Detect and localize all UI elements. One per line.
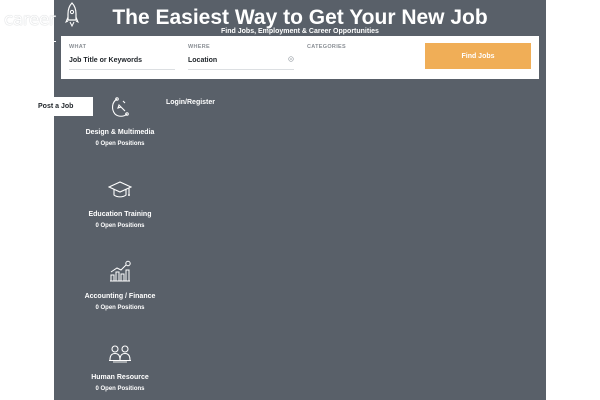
category-count: 0 Open Positions (95, 305, 145, 311)
find-jobs-button[interactable]: Find Jobs (425, 43, 531, 69)
category-item[interactable]: Education Training 0 Open Positions (70, 178, 170, 248)
location-underline (188, 69, 294, 70)
design-tools-icon (112, 97, 129, 117)
category-name: Human Resource (91, 374, 149, 381)
crosshair-icon[interactable] (288, 56, 294, 62)
categories-label: CATEGORIES (307, 44, 346, 50)
finance-chart-icon (110, 260, 131, 282)
location-input[interactable]: Location (188, 57, 217, 64)
login-register-link[interactable]: Login/Register (166, 99, 215, 106)
people-icon (109, 345, 131, 363)
keywords-underline (69, 69, 175, 70)
location-label: WHERE (188, 44, 210, 50)
category-item[interactable]: Design & Multimedia 0 Open Positions (70, 96, 170, 166)
job-search-form: WHAT Job Title or Keywords WHERE Locatio… (61, 36, 539, 79)
keywords-input[interactable]: Job Title or Keywords (69, 57, 142, 64)
keywords-label: WHAT (69, 44, 87, 50)
category-count: 0 Open Positions (95, 141, 145, 147)
keywords-field[interactable]: WHAT Job Title or Keywords (69, 44, 175, 72)
category-name: Accounting / Finance (84, 293, 156, 300)
category-name: Design & Multimedia (85, 129, 155, 136)
logo-text: career (4, 10, 56, 30)
menu-toggle-icon[interactable] (52, 41, 56, 42)
category-name: Education Training (88, 211, 152, 218)
page-subtitle: Find Jobs, Employment & Career Opportuni… (221, 28, 379, 35)
categories-field[interactable]: CATEGORIES (307, 44, 413, 72)
category-item[interactable]: Accounting / Finance 0 Open Positions (70, 260, 170, 330)
page: career The Easiest Way to Get Your New J… (0, 0, 600, 400)
graduation-cap-icon (108, 181, 132, 198)
category-item[interactable]: Human Resource 0 Open Positions (70, 341, 170, 400)
category-count: 0 Open Positions (95, 386, 145, 392)
location-field[interactable]: WHERE Location (188, 44, 294, 72)
category-count: 0 Open Positions (95, 223, 145, 229)
